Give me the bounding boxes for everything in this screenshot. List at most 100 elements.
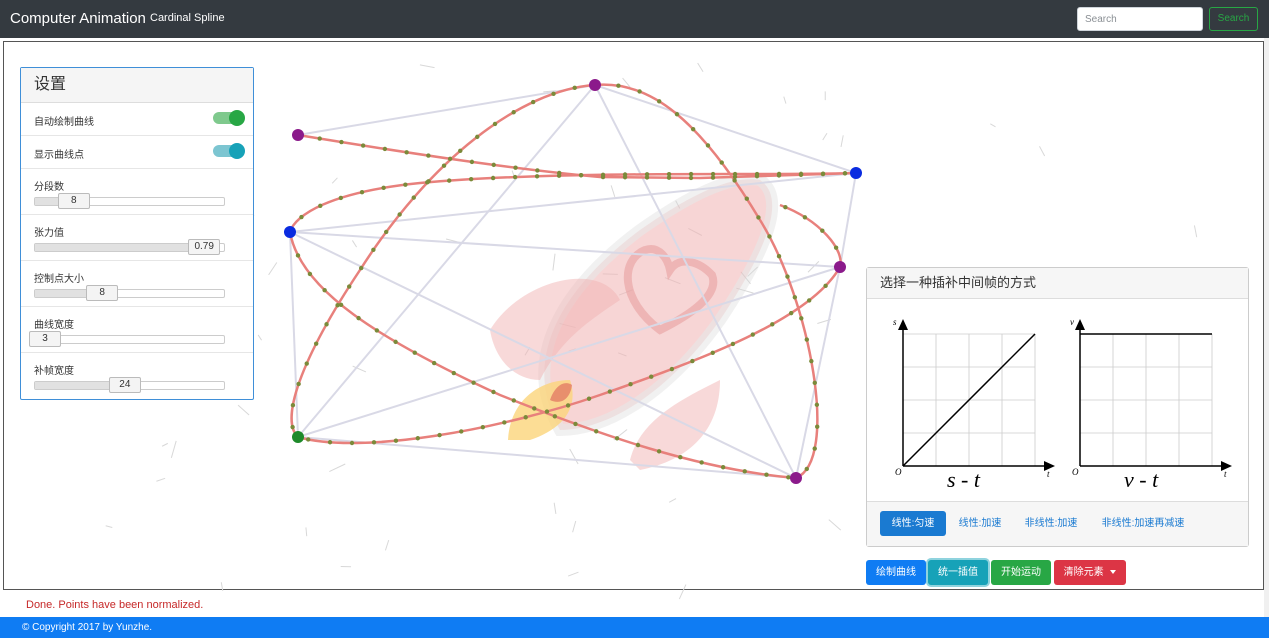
curve-point bbox=[556, 173, 562, 178]
control-point[interactable] bbox=[292, 129, 304, 141]
segments-slider-handle[interactable]: 8 bbox=[57, 193, 90, 209]
frame-width-slider-handle[interactable]: 24 bbox=[108, 377, 141, 393]
curve-point bbox=[565, 403, 571, 408]
curve-point bbox=[551, 91, 556, 96]
control-size-slider-handle[interactable]: 8 bbox=[86, 285, 119, 301]
background-stroke bbox=[572, 520, 577, 533]
background-stroke bbox=[156, 477, 166, 482]
curve-point bbox=[468, 176, 474, 182]
v-t-label: v - t bbox=[1124, 467, 1159, 492]
curve-point bbox=[814, 402, 820, 407]
curve-point bbox=[359, 189, 365, 195]
curve-point bbox=[459, 429, 464, 434]
curve-point bbox=[491, 389, 496, 395]
curve-point bbox=[732, 178, 737, 183]
curve-point bbox=[295, 253, 301, 258]
control-point[interactable] bbox=[284, 226, 296, 238]
curve-point bbox=[371, 247, 376, 252]
frame-width-row: 补帧宽度 24 bbox=[21, 352, 253, 398]
background-stroke bbox=[305, 527, 308, 537]
control-point[interactable] bbox=[790, 472, 802, 484]
background-stroke bbox=[1193, 225, 1198, 238]
v-t-chart[interactable]: v O t v - t bbox=[1070, 317, 1232, 492]
curve-point bbox=[833, 245, 839, 250]
background-stroke bbox=[331, 177, 338, 184]
curve-point bbox=[475, 134, 480, 140]
show-points-toggle[interactable] bbox=[213, 143, 245, 159]
control-size-label: 控制点大小 bbox=[34, 274, 84, 285]
control-point[interactable] bbox=[850, 167, 862, 179]
background-stroke bbox=[257, 334, 263, 341]
curve-point bbox=[290, 424, 295, 430]
curve-point bbox=[783, 204, 788, 210]
tension-slider[interactable]: 0.79 bbox=[34, 239, 225, 255]
curve-point bbox=[471, 380, 476, 385]
option-linear-accelerate[interactable]: 线性:加速 bbox=[952, 511, 1008, 536]
background-stroke bbox=[840, 135, 844, 148]
control-size-slider[interactable]: 8 bbox=[34, 285, 225, 301]
interpolation-charts: s O t s - t v O t v - t bbox=[893, 317, 1232, 492]
curve-point bbox=[719, 160, 724, 165]
curve-point bbox=[690, 126, 696, 132]
control-size-row: 控制点大小 8 bbox=[21, 260, 253, 307]
background-stroke bbox=[170, 440, 177, 458]
s-t-chart[interactable]: s O t s - t bbox=[893, 317, 1055, 492]
curve-point bbox=[776, 171, 782, 177]
curve-point bbox=[792, 295, 798, 300]
curve-point bbox=[767, 234, 772, 239]
curve-point bbox=[511, 110, 516, 115]
curve-point bbox=[339, 139, 344, 145]
control-point[interactable] bbox=[589, 79, 601, 91]
curve-point bbox=[732, 171, 738, 177]
option-nonlinear-accel-decel[interactable]: 非线性:加速再减速 bbox=[1094, 511, 1192, 536]
curve-point bbox=[349, 440, 355, 446]
curve-point bbox=[730, 341, 736, 347]
curve-point bbox=[535, 168, 540, 173]
auto-draw-toggle[interactable] bbox=[213, 110, 245, 126]
curve-point bbox=[750, 332, 755, 337]
tension-slider-handle[interactable]: 0.79 bbox=[188, 239, 221, 255]
curve-point bbox=[502, 420, 507, 425]
curve-point bbox=[573, 421, 578, 427]
control-point[interactable] bbox=[834, 261, 846, 273]
line-width-slider[interactable]: 3 bbox=[29, 331, 225, 347]
curve-point bbox=[338, 195, 344, 201]
background-stroke bbox=[552, 253, 556, 271]
curve-point bbox=[383, 229, 389, 235]
curve-point bbox=[359, 265, 364, 271]
background-stroke bbox=[783, 96, 787, 104]
curve-point bbox=[411, 195, 416, 200]
draw-curve-button[interactable]: 绘制曲线 bbox=[866, 560, 926, 585]
caret-down-icon bbox=[1110, 570, 1117, 575]
curve-point bbox=[812, 446, 817, 451]
axis-s-label: s bbox=[893, 317, 897, 327]
curve-point bbox=[523, 415, 528, 420]
curve-point bbox=[815, 424, 820, 429]
auto-draw-label: 自动绘制曲线 bbox=[34, 117, 94, 128]
segments-slider[interactable]: 8 bbox=[34, 193, 225, 209]
interpolation-panel: 选择一种插补中间帧的方式 s O t s - t v O t v - t 线性:… bbox=[866, 267, 1249, 547]
curve-point bbox=[307, 271, 313, 277]
option-linear-uniform[interactable]: 线性:匀速 bbox=[880, 511, 946, 536]
control-point[interactable] bbox=[292, 431, 304, 443]
background-stroke bbox=[329, 463, 346, 473]
curve-point bbox=[393, 438, 399, 443]
curve-point bbox=[616, 83, 621, 88]
background-stroke bbox=[697, 62, 704, 73]
curve-point bbox=[469, 159, 475, 165]
panel-title: 选择一种插补中间帧的方式 bbox=[867, 268, 1248, 299]
curve-point bbox=[393, 339, 398, 345]
unify-interp-button[interactable]: 统一插值 bbox=[928, 560, 988, 585]
curve-point bbox=[806, 298, 812, 303]
line-width-slider-handle[interactable]: 3 bbox=[29, 331, 61, 347]
background-stroke bbox=[807, 261, 820, 273]
clear-elements-dropdown[interactable]: 清除元素 bbox=[1054, 560, 1126, 585]
curve-point bbox=[710, 350, 715, 355]
toggle-knob bbox=[229, 110, 245, 126]
start-motion-button[interactable]: 开始运动 bbox=[991, 560, 1051, 585]
frame-width-slider[interactable]: 24 bbox=[34, 377, 225, 393]
option-nonlinear-accelerate[interactable]: 非线性:加速 bbox=[1018, 511, 1084, 536]
curve-point bbox=[572, 85, 577, 91]
background-stroke bbox=[610, 185, 616, 198]
curve-point bbox=[594, 429, 599, 434]
